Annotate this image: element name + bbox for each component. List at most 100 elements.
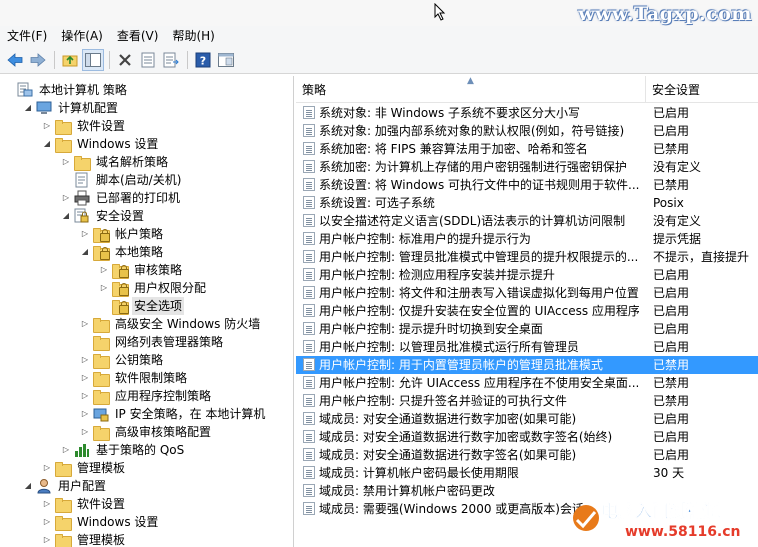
tree-node[interactable]: ▷ 软件设置: [42, 117, 127, 135]
forward-button[interactable]: [27, 49, 49, 71]
console-tree[interactable]: 本地计算机 策略 ◢ 计算机配置 ▷ 软件设置 ◢ Windows 设置 ▷ 域名解析策略 脚本(…: [0, 76, 294, 547]
collapsed-arrow-icon[interactable]: ▷: [80, 315, 90, 333]
tree-node[interactable]: ▷ 管理模板: [42, 531, 127, 547]
collapsed-arrow-icon[interactable]: ▷: [80, 369, 90, 387]
column-header-setting[interactable]: 安全设置: [652, 76, 700, 104]
collapsed-arrow-icon[interactable]: ▷: [80, 423, 90, 441]
policy-row[interactable]: 用户帐户控制: 管理员批准模式中管理员的提升权限提示的... 不提示，直接提升: [296, 248, 758, 266]
collapsed-arrow-icon[interactable]: ▷: [42, 531, 52, 547]
export-list-button[interactable]: [160, 49, 182, 71]
policy-row[interactable]: 用户帐户控制: 只提升签名并验证的可执行文件 已禁用: [296, 392, 758, 410]
policy-row[interactable]: 域成员: 对安全通道数据进行数字加密或数字签名(始终) 已启用: [296, 428, 758, 446]
tree-node[interactable]: ▷ 域名解析策略: [61, 153, 170, 171]
tree-node[interactable]: ▷ Windows 设置: [42, 513, 160, 531]
policy-row[interactable]: 以安全描述符定义语言(SDDL)语法表示的计算机访问限制 没有定义: [296, 212, 758, 230]
expanded-arrow-icon[interactable]: ◢: [42, 135, 52, 153]
tree-node[interactable]: 网络列表管理器策略: [80, 333, 225, 351]
menu-help[interactable]: 帮助(H): [165, 26, 221, 46]
column-header-policy[interactable]: 策略: [302, 76, 326, 104]
collapsed-arrow-icon[interactable]: ▷: [42, 459, 52, 477]
tree-node[interactable]: ▷ IP 安全策略，在 本地计算机: [80, 405, 267, 423]
back-button[interactable]: [4, 49, 26, 71]
expanded-arrow-icon[interactable]: ◢: [23, 99, 33, 117]
tree-node[interactable]: ▷ 审核策略: [99, 261, 184, 279]
policy-row[interactable]: 用户帐户控制: 标准用户的提升提示行为 提示凭据: [296, 230, 758, 248]
policy-row[interactable]: 系统设置: 将 Windows 可执行文件中的证书规则用于软件... 已禁用: [296, 176, 758, 194]
properties-button[interactable]: [137, 49, 159, 71]
expanded-arrow-icon[interactable]: ◢: [23, 477, 33, 495]
policy-row[interactable]: 用户帐户控制: 将文件和注册表写入错误虚拟化到每用户位置 已启用: [296, 284, 758, 302]
policy-name: 用户帐户控制: 管理员批准模式中管理员的提升权限提示的...: [319, 250, 639, 264]
show-hide-tree-button[interactable]: [82, 48, 104, 71]
policy-row[interactable]: 系统设置: 可选子系统 Posix: [296, 194, 758, 212]
tree-node[interactable]: ◢ 安全设置: [61, 207, 146, 225]
policy-row[interactable]: 域成员: 对安全通道数据进行数字加密(如果可能) 已启用: [296, 410, 758, 428]
tree-node[interactable]: ▷ 公钥策略: [80, 351, 165, 369]
policy-setting: 已启用: [653, 322, 690, 336]
tree-node[interactable]: 脚本(启动/关机): [61, 171, 183, 189]
policy-row[interactable]: 用户帐户控制: 允许 UIAccess 应用程序在不使用安全桌面... 已禁用: [296, 374, 758, 392]
tree-node[interactable]: 本地计算机 策略: [4, 81, 129, 99]
tree-node[interactable]: ▷ 软件设置: [42, 495, 127, 513]
tree-node[interactable]: ▷ 应用程序控制策略: [80, 387, 213, 405]
policy-setting: 不提示，直接提升: [653, 250, 750, 264]
up-one-level-button[interactable]: [59, 49, 81, 71]
policy-row[interactable]: 用户帐户控制: 用于内置管理员帐户的管理员批准模式 已禁用: [296, 356, 758, 374]
tree-node[interactable]: ▷ 已部署的打印机: [61, 189, 182, 207]
delete-button[interactable]: [114, 49, 136, 71]
policy-row[interactable]: 系统对象: 非 Windows 子系统不要求区分大小写 已启用: [296, 104, 758, 122]
console-button[interactable]: [215, 49, 237, 71]
policy-row[interactable]: 用户帐户控制: 检测应用程序安装并提示提升 已启用: [296, 266, 758, 284]
expanded-arrow-icon[interactable]: ◢: [61, 207, 71, 225]
tree-node[interactable]: 安全选项: [99, 297, 185, 315]
policy-row[interactable]: 域成员: 计算机帐户密码最长使用期限 30 天: [296, 464, 758, 482]
policy-setting: 已启用: [653, 268, 690, 282]
collapsed-arrow-icon[interactable]: ▷: [61, 153, 71, 171]
collapsed-arrow-icon[interactable]: ▷: [42, 117, 52, 135]
qos-chart-icon: [74, 442, 90, 458]
tree-node[interactable]: ▷ 高级审核策略配置: [80, 423, 213, 441]
back-arrow-icon: [7, 52, 23, 67]
policy-name: 用户帐户控制: 以管理员批准模式运行所有管理员: [319, 340, 579, 354]
policy-row[interactable]: 系统加密: 为计算机上存储的用户密钥强制进行强密钥保护 没有定义: [296, 158, 758, 176]
policy-row[interactable]: 系统加密: 将 FIPS 兼容算法用于加密、哈希和签名 已禁用: [296, 140, 758, 158]
tree-node[interactable]: ◢ Windows 设置: [42, 135, 160, 153]
menu-view[interactable]: 查看(V): [110, 26, 166, 46]
policy-list-pane[interactable]: ▲ 策略 安全设置 系统对象: 非 Windows 子系统不要求区分大小写 已启用…: [296, 76, 758, 547]
collapsed-arrow-icon[interactable]: ▷: [99, 279, 109, 297]
collapsed-arrow-icon[interactable]: ▷: [80, 351, 90, 369]
toolbar-separator: [187, 50, 188, 69]
policy-row[interactable]: 系统对象: 加强内部系统对象的默认权限(例如，符号链接) 已启用: [296, 122, 758, 140]
mouse-cursor-icon: [434, 3, 446, 21]
menu-file[interactable]: 文件(F): [0, 26, 54, 46]
collapsed-arrow-icon[interactable]: ▷: [80, 225, 90, 243]
tree-node-label: 高级安全 Windows 防火墙: [115, 317, 261, 331]
tree-node[interactable]: ◢ 用户配置: [23, 477, 108, 495]
tree-node[interactable]: ◢ 本地策略: [80, 243, 165, 261]
tree-node[interactable]: ▷ 高级安全 Windows 防火墙: [80, 315, 262, 333]
tree-node[interactable]: ▷ 管理模板: [42, 459, 127, 477]
tree-node[interactable]: ▷ 基于策略的 QoS: [61, 441, 186, 459]
tree-node[interactable]: ◢ 计算机配置: [23, 99, 120, 117]
collapsed-arrow-icon[interactable]: ▷: [61, 189, 71, 207]
policy-setting: 30 天: [653, 466, 685, 480]
collapsed-arrow-icon[interactable]: ▷: [61, 441, 71, 459]
collapsed-arrow-icon[interactable]: ▷: [80, 387, 90, 405]
policy-row[interactable]: 用户帐户控制: 以管理员批准模式运行所有管理员 已启用: [296, 338, 758, 356]
column-divider[interactable]: [645, 76, 646, 102]
expanded-arrow-icon[interactable]: ◢: [80, 243, 90, 261]
collapsed-arrow-icon[interactable]: ▷: [99, 261, 109, 279]
collapsed-arrow-icon[interactable]: ▷: [42, 513, 52, 531]
collapsed-arrow-icon[interactable]: ▷: [80, 405, 90, 423]
tree-node[interactable]: ▷ 软件限制策略: [80, 369, 189, 387]
policy-row[interactable]: 域成员: 对安全通道数据进行数字签名(如果可能) 已启用: [296, 446, 758, 464]
help-button[interactable]: ?: [192, 49, 214, 71]
policy-row[interactable]: 用户帐户控制: 仅提升安装在安全位置的 UIAccess 应用程序 已启用: [296, 302, 758, 320]
policy-row[interactable]: 用户帐户控制: 提示提升时切换到安全桌面 已启用: [296, 320, 758, 338]
tree-node[interactable]: ▷ 用户权限分配: [99, 279, 208, 297]
menu-action[interactable]: 操作(A): [54, 26, 110, 46]
collapsed-arrow-icon[interactable]: ▷: [42, 495, 52, 513]
tree-node[interactable]: ▷ 帐户策略: [80, 225, 165, 243]
